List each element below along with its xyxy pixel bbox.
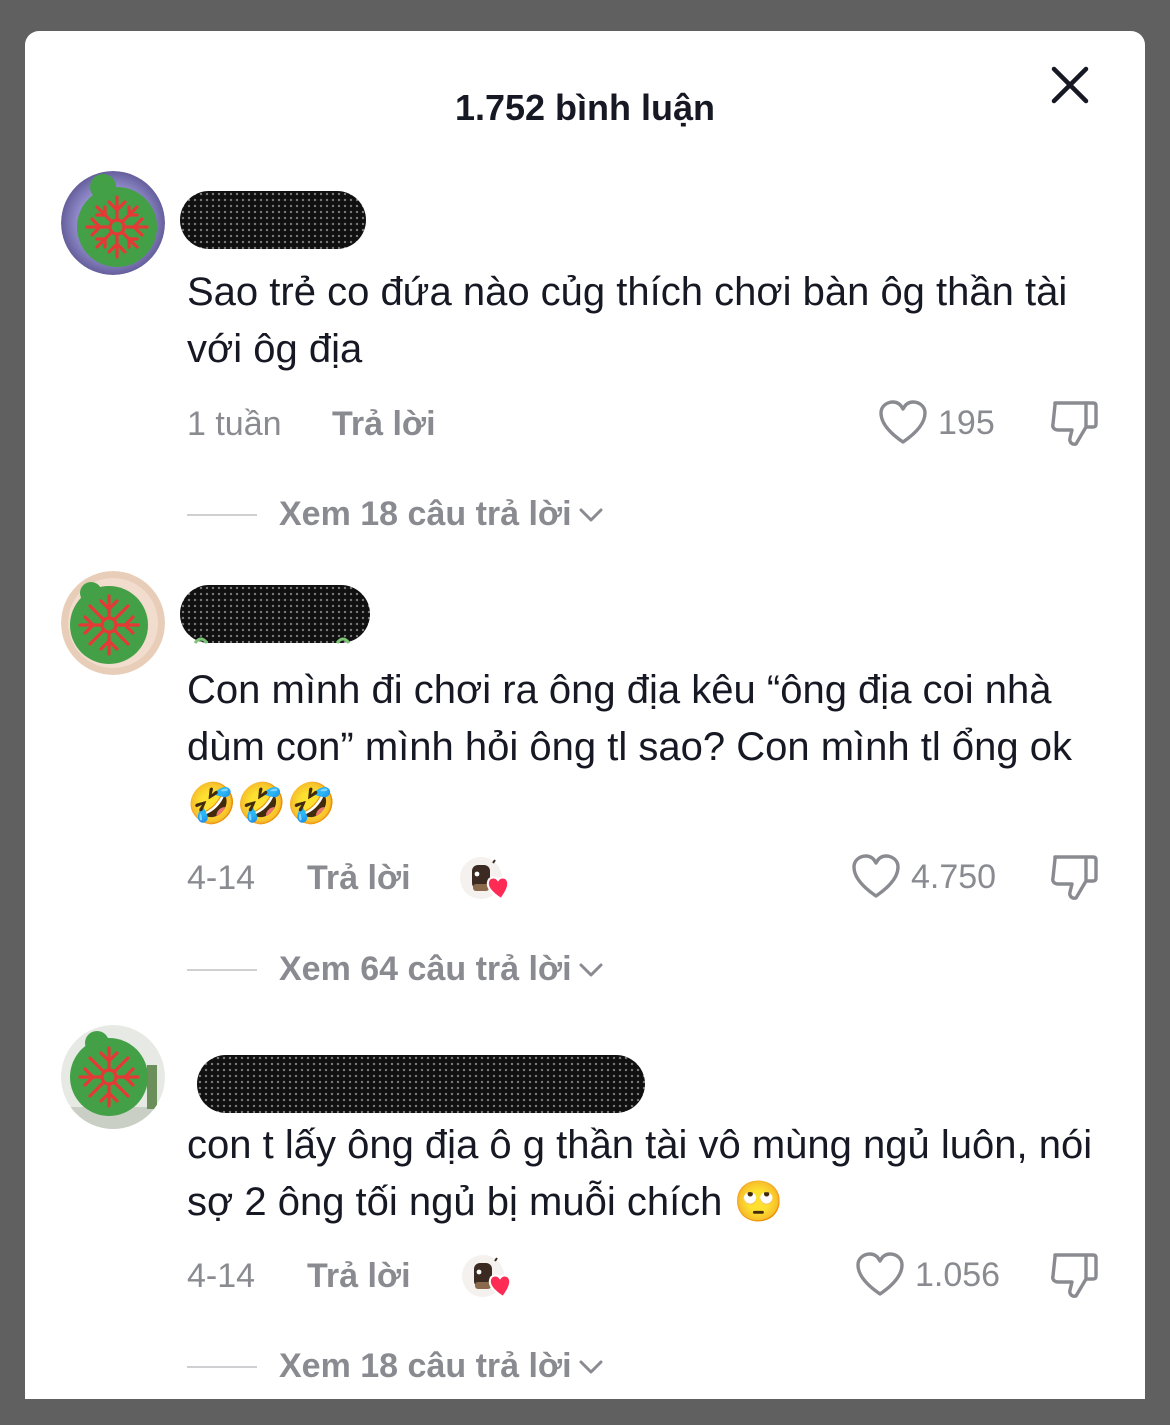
like-button[interactable]: 1.056 xyxy=(855,1250,1000,1300)
comment-text: Con mình đi chơi ra ông địa kêu “ông địa… xyxy=(187,668,1072,826)
heart-icon xyxy=(856,1252,904,1296)
like-button[interactable]: 195 xyxy=(878,398,995,448)
replies-divider-line xyxy=(187,513,257,516)
dislike-icon[interactable] xyxy=(1048,397,1100,449)
reply-button[interactable]: Trả lời xyxy=(307,1257,411,1296)
creator-liked-icon xyxy=(460,857,510,901)
username-redacted[interactable] xyxy=(197,1055,645,1113)
comments-count-title: 1.752 bình luận xyxy=(454,87,716,128)
like-button[interactable]: 4.750 xyxy=(851,852,996,902)
chevron-down-icon xyxy=(579,1360,603,1373)
user-avatar[interactable] xyxy=(61,171,165,275)
user-avatar[interactable] xyxy=(61,571,165,675)
chevron-down-icon xyxy=(579,963,603,976)
view-replies-button[interactable]: Xem 64 câu trả lời xyxy=(187,950,604,989)
heart-icon xyxy=(852,854,900,898)
heart-icon xyxy=(879,400,927,444)
comments-sheet: 1.752 bình luận Sao trẻ co đứa nào củg t… xyxy=(25,31,1145,1399)
view-replies-label: Xem 18 câu trả lời xyxy=(279,1347,572,1385)
username-redacted[interactable] xyxy=(180,191,366,249)
view-replies-label: Xem 18 câu trả lời xyxy=(279,495,572,533)
like-count: 4.750 xyxy=(911,857,997,896)
view-replies-label: Xem 64 câu trả lời xyxy=(279,950,572,988)
reply-button[interactable]: Trả lời xyxy=(332,405,436,444)
like-count: 1.056 xyxy=(915,1255,1001,1294)
replies-divider-line xyxy=(187,968,257,971)
comment-time: 1 tuần xyxy=(187,405,282,443)
comment-text: Sao trẻ co đứa nào củg thích chơi bàn ôg… xyxy=(187,270,1068,371)
like-count: 195 xyxy=(938,403,995,442)
replies-divider-line xyxy=(187,1365,257,1368)
comment-time: 4-14 xyxy=(187,1257,256,1295)
close-icon[interactable] xyxy=(1048,63,1092,107)
creator-liked-icon xyxy=(462,1255,512,1299)
reply-button[interactable]: Trả lời xyxy=(307,859,411,898)
name-decoration xyxy=(193,637,351,644)
dislike-icon[interactable] xyxy=(1048,851,1100,903)
comment-time: 4-14 xyxy=(187,859,256,897)
comment-text: con t lấy ông địa ô g thần tài vô mùng n… xyxy=(187,1123,1093,1224)
user-avatar[interactable] xyxy=(61,1025,165,1129)
chevron-down-icon xyxy=(579,508,603,521)
dislike-icon[interactable] xyxy=(1048,1249,1100,1301)
view-replies-button[interactable]: Xem 18 câu trả lời xyxy=(187,1347,604,1386)
view-replies-button[interactable]: Xem 18 câu trả lời xyxy=(187,495,604,534)
